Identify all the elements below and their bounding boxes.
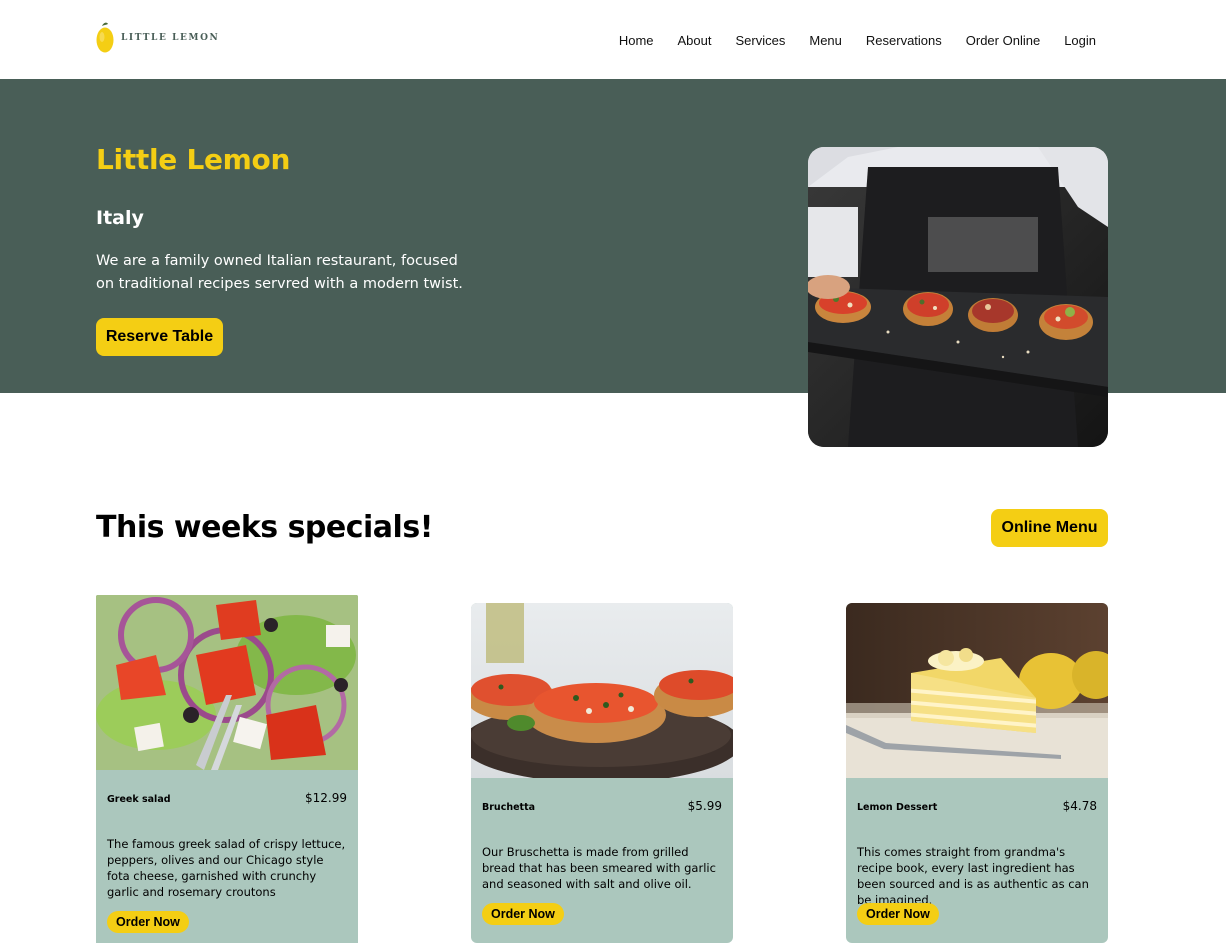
hero-image <box>808 147 1108 447</box>
hero-title: Little Lemon <box>96 143 291 176</box>
main-nav: Home About Services Menu Reservations Or… <box>619 33 1096 48</box>
card-price: $4.78 <box>1062 799 1097 813</box>
bruchetta-image <box>471 603 733 778</box>
card-price: $12.99 <box>305 791 347 805</box>
nav-login[interactable]: Login <box>1064 33 1096 48</box>
reserve-table-button[interactable]: Reserve Table <box>96 318 223 356</box>
logo[interactable]: LITTLE LEMON <box>95 22 219 54</box>
card-title: Greek salad <box>107 794 171 805</box>
online-menu-button[interactable]: Online Menu <box>991 509 1108 547</box>
nav-order-online[interactable]: Order Online <box>966 33 1040 48</box>
order-now-button[interactable]: Order Now <box>107 911 189 933</box>
special-card-lemon-dessert: Lemon Dessert $4.78 This comes straight … <box>846 603 1108 943</box>
special-card-bruchetta: Bruchetta $5.99 Our Bruschetta is made f… <box>471 603 733 943</box>
nav-about[interactable]: About <box>678 33 712 48</box>
nav-services[interactable]: Services <box>736 33 786 48</box>
nav-reservations[interactable]: Reservations <box>866 33 942 48</box>
order-now-button[interactable]: Order Now <box>857 903 939 925</box>
lemon-dessert-image <box>846 603 1108 778</box>
card-header: Lemon Dessert $4.78 <box>846 778 1108 822</box>
lemon-icon <box>96 22 114 53</box>
card-price: $5.99 <box>687 799 722 813</box>
site-header: LITTLE LEMON Home About Services Menu Re… <box>0 0 1226 79</box>
order-now-button[interactable]: Order Now <box>482 903 564 925</box>
nav-menu[interactable]: Menu <box>809 33 842 48</box>
card-title: Bruchetta <box>482 802 536 813</box>
hero-description: We are a family owned Italian restaurant… <box>96 253 463 292</box>
card-header: Greek salad $12.99 <box>96 770 358 814</box>
special-card-greek-salad: Greek salad $12.99 The famous greek sala… <box>96 595 358 943</box>
card-header: Bruchetta $5.99 <box>471 778 733 822</box>
card-description: The famous greek salad of crispy lettuce… <box>107 837 346 899</box>
card-title: Lemon Dessert <box>857 802 938 813</box>
card-description: Our Bruschetta is made from grilled brea… <box>482 845 716 891</box>
logo-text: LITTLE LEMON <box>121 33 220 43</box>
greek-salad-image <box>96 595 358 770</box>
hero-subtitle: Italy <box>96 207 144 229</box>
specials-title: This weeks specials! <box>96 510 433 545</box>
card-description: This comes straight from grandma's recip… <box>857 845 1089 907</box>
nav-home[interactable]: Home <box>619 33 654 48</box>
